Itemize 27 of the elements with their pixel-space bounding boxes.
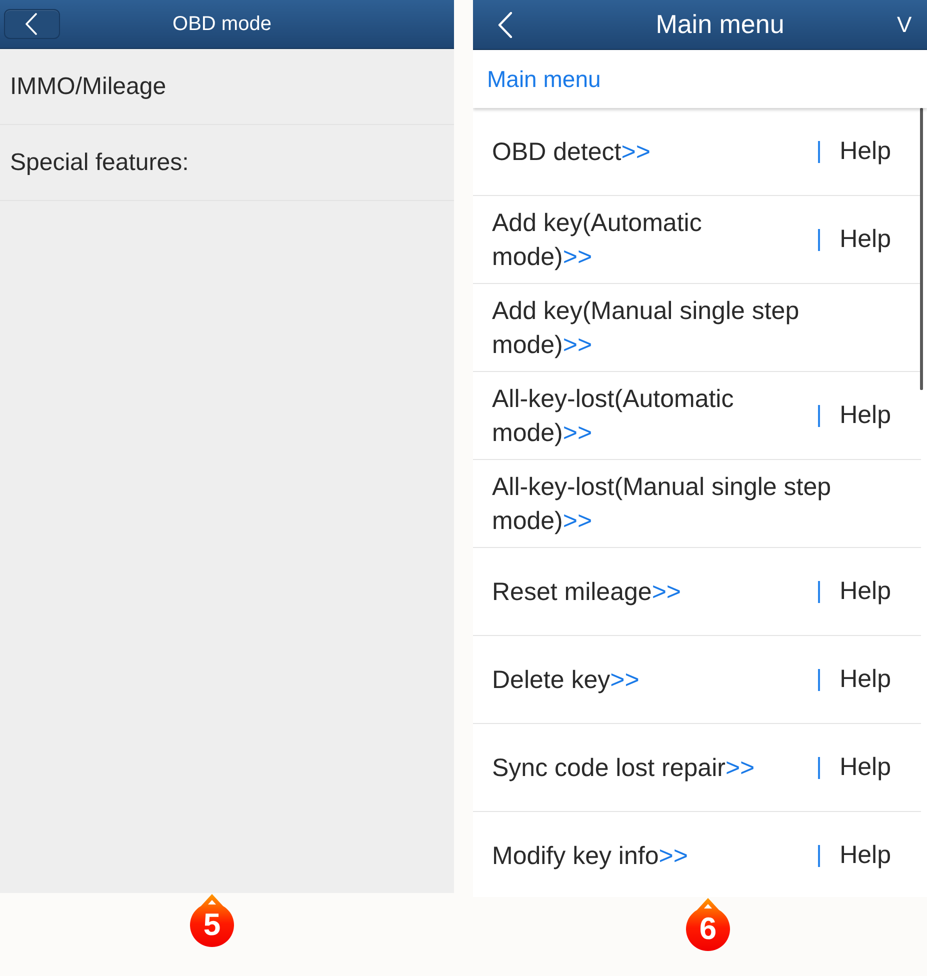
screen-title: OBD mode: [172, 12, 272, 36]
chevron-left-icon: [498, 12, 512, 38]
menu-item-label[interactable]: Modify key info>>: [492, 838, 688, 872]
menu-item[interactable]: Special features:: [10, 148, 189, 176]
menu-item-label[interactable]: Delete key>>: [492, 662, 640, 696]
menu-item[interactable]: IMMO/Mileage: [10, 72, 166, 100]
screen-title: Main menu: [656, 9, 784, 40]
menu-item-label[interactable]: OBD detect>>: [492, 134, 650, 168]
help-link[interactable]: Help: [840, 753, 891, 782]
menu-item-label[interactable]: Sync code lost repair>>: [492, 750, 755, 784]
menu-item-label[interactable]: Add key(Manual single step mode)>>: [492, 294, 872, 362]
menu-item-label[interactable]: All-key-lost(Automatic mode)>>: [492, 382, 782, 450]
help-link[interactable]: Help: [840, 137, 891, 166]
help-link[interactable]: Help: [840, 841, 891, 870]
help-link[interactable]: Help: [840, 401, 891, 430]
back-button[interactable]: [4, 9, 60, 39]
header-text: V: [897, 12, 912, 38]
menu-item-label[interactable]: All-key-lost(Manual single step mode)>>: [492, 470, 872, 538]
menu-item-label[interactable]: Reset mileage>>: [492, 574, 682, 608]
help-link[interactable]: Help: [840, 665, 891, 694]
help-link[interactable]: Help: [840, 577, 891, 606]
step-badge: 6: [685, 898, 731, 952]
chevron-left-icon: [25, 13, 37, 35]
breadcrumb-link[interactable]: Main menu: [487, 66, 601, 92]
step-badge: 5: [189, 894, 235, 948]
help-link[interactable]: Help: [840, 225, 891, 254]
menu-item-label[interactable]: Add key(Automatic mode)>>: [492, 206, 782, 274]
